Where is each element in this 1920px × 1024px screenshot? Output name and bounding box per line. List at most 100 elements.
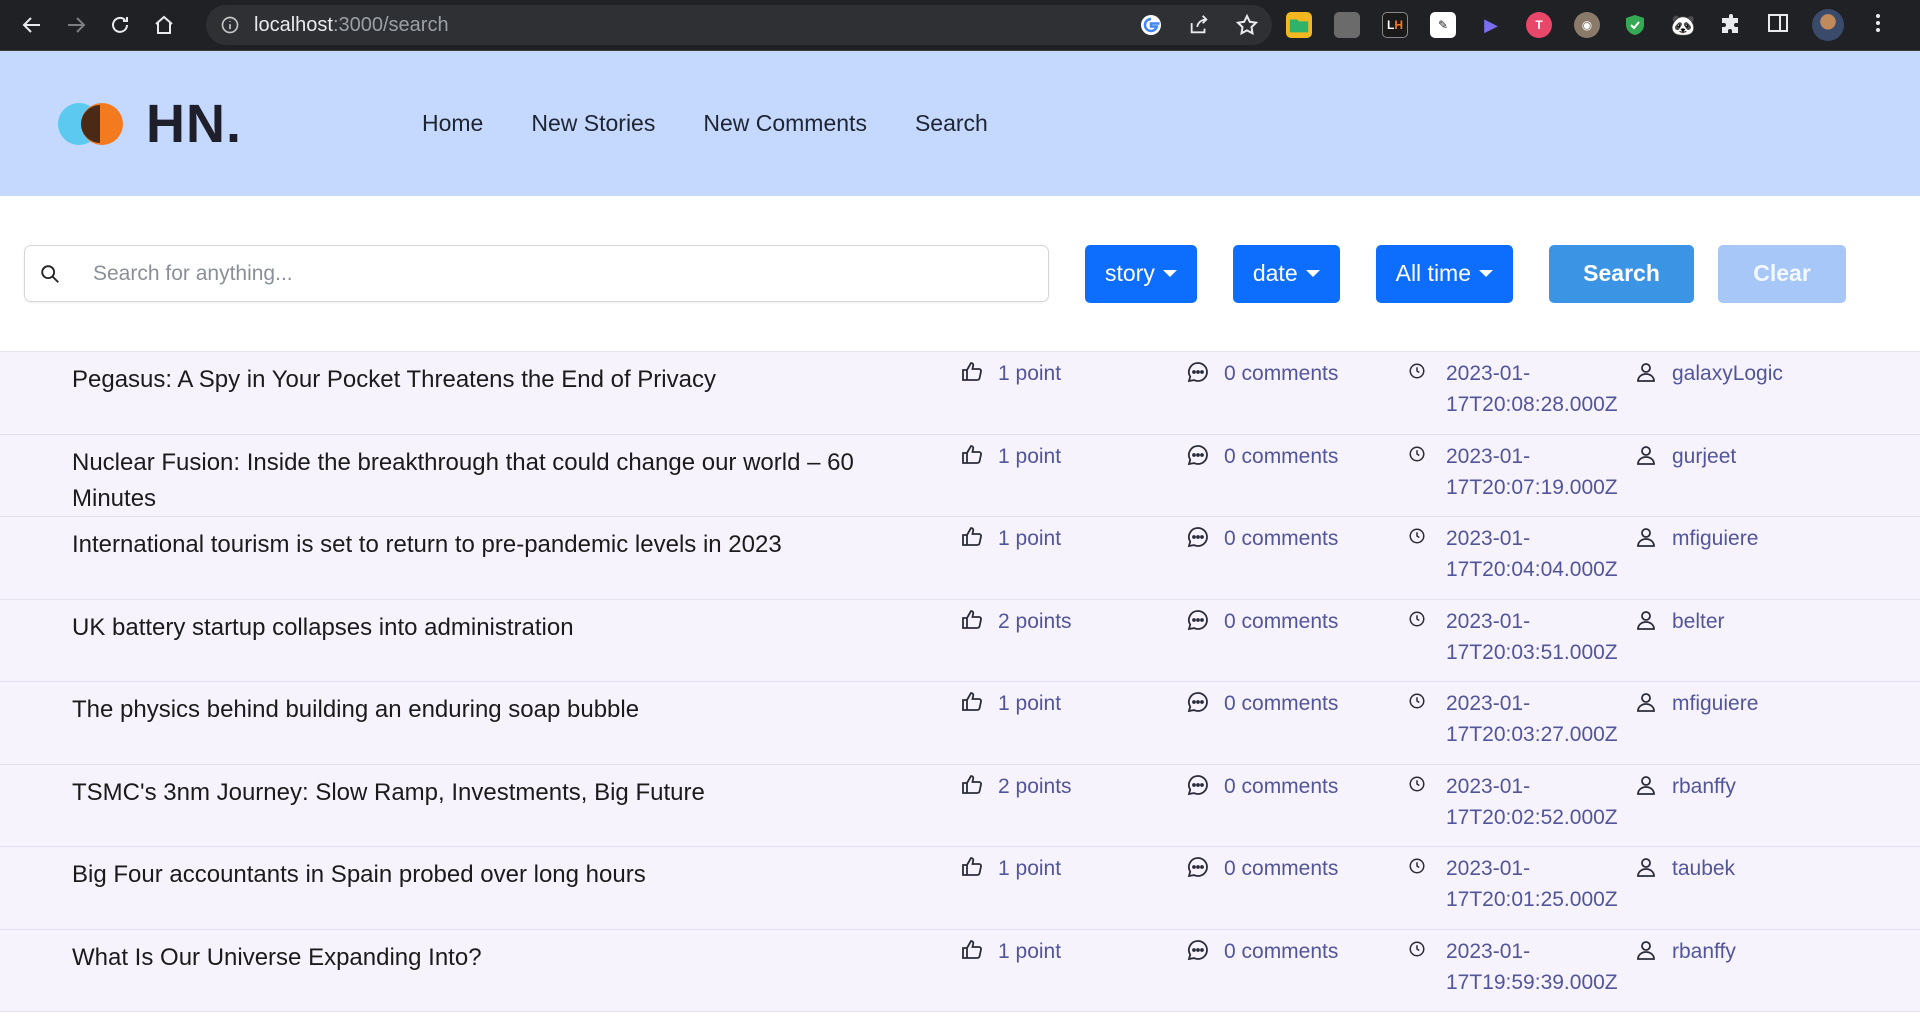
points-meta: 1 point bbox=[960, 936, 1061, 967]
lh-extension-icon[interactable]: LH bbox=[1382, 12, 1408, 38]
thumbs-up-icon[interactable] bbox=[960, 525, 984, 549]
image-extension-icon[interactable] bbox=[1334, 12, 1360, 38]
points-text: 2 points bbox=[998, 609, 1072, 633]
story-title[interactable]: International tourism is set to return t… bbox=[72, 527, 922, 563]
share-icon[interactable] bbox=[1186, 12, 1212, 38]
search-box[interactable] bbox=[24, 245, 1049, 302]
side-panel-icon[interactable] bbox=[1766, 11, 1790, 40]
comment-bubble-icon[interactable] bbox=[1186, 360, 1210, 384]
url-text[interactable]: localhost:3000/search bbox=[254, 14, 449, 37]
owl-extension-icon[interactable]: ◉ bbox=[1574, 12, 1600, 38]
search-input[interactable] bbox=[93, 261, 993, 286]
comments-text: 0 comments bbox=[1224, 857, 1339, 880]
author-link[interactable]: mfiguiere bbox=[1672, 688, 1758, 719]
comments-meta: 0 comments bbox=[1186, 606, 1338, 637]
extensions-puzzle-icon[interactable] bbox=[1718, 12, 1744, 38]
bookmark-star-icon[interactable] bbox=[1234, 12, 1260, 38]
comments-meta: 0 comments bbox=[1186, 936, 1338, 967]
author-meta: taubek bbox=[1634, 853, 1735, 884]
thumbs-up-icon[interactable] bbox=[960, 855, 984, 879]
nav-home[interactable]: Home bbox=[422, 110, 483, 137]
comment-bubble-icon[interactable] bbox=[1186, 938, 1210, 962]
url-host: localhost bbox=[254, 13, 333, 36]
author-link[interactable]: rbanffy bbox=[1672, 771, 1736, 802]
comments-meta: 0 comments bbox=[1186, 358, 1338, 389]
user-icon bbox=[1637, 610, 1655, 630]
sort-filter-label: date bbox=[1252, 260, 1298, 286]
points-text: 1 point bbox=[998, 527, 1062, 550]
type-filter-label: story bbox=[1105, 260, 1155, 286]
results-list: Pegasus: A Spy in Your Pocket Threatens … bbox=[0, 352, 1920, 1012]
time-meta: 2023-01-17T20:08:28.000Z bbox=[1408, 358, 1618, 420]
site-header: HN. Home New Stories New Comments Search bbox=[0, 51, 1920, 196]
type-filter-dropdown[interactable]: story bbox=[1085, 244, 1197, 303]
story-title[interactable]: TSMC's 3nm Journey: Slow Ramp, Investmen… bbox=[72, 775, 922, 811]
reload-icon[interactable] bbox=[98, 3, 142, 47]
thumbs-up-icon[interactable] bbox=[960, 360, 984, 384]
comment-bubble-icon[interactable] bbox=[1186, 608, 1210, 632]
clear-button[interactable]: Clear bbox=[1718, 244, 1847, 303]
panda-extension-icon[interactable]: 🐼 bbox=[1670, 12, 1696, 38]
comment-bubble-icon[interactable] bbox=[1186, 690, 1210, 714]
site-logo[interactable]: HN. bbox=[58, 93, 242, 155]
nav-new-stories[interactable]: New Stories bbox=[531, 110, 655, 137]
user-icon bbox=[1637, 775, 1655, 795]
comment-bubble-icon[interactable] bbox=[1186, 525, 1210, 549]
author-link[interactable]: belter bbox=[1672, 606, 1725, 637]
comments-text: 0 comments bbox=[1224, 939, 1339, 963]
result-row: UK battery startup collapses into admini… bbox=[0, 600, 1920, 682]
t-extension-icon[interactable]: T bbox=[1526, 12, 1552, 38]
thumbs-up-icon[interactable] bbox=[960, 938, 984, 962]
points-meta: 1 point bbox=[960, 441, 1061, 472]
points-meta: 1 point bbox=[960, 523, 1061, 554]
thumbs-up-icon[interactable] bbox=[960, 773, 984, 797]
address-bar[interactable]: localhost:3000/search bbox=[206, 5, 1272, 45]
author-link[interactable]: rbanffy bbox=[1672, 936, 1736, 967]
time-meta: 2023-01-17T20:07:19.000Z bbox=[1408, 441, 1618, 503]
points-meta: 1 point bbox=[960, 358, 1061, 389]
comment-bubble-icon[interactable] bbox=[1186, 443, 1210, 467]
forward-icon[interactable] bbox=[54, 3, 98, 47]
author-link[interactable]: taubek bbox=[1672, 853, 1735, 884]
folder-extension-icon[interactable] bbox=[1286, 12, 1312, 38]
thumbs-up-icon[interactable] bbox=[960, 443, 984, 467]
story-title[interactable]: UK battery startup collapses into admini… bbox=[72, 610, 922, 646]
home-icon[interactable] bbox=[142, 3, 186, 47]
time-range-dropdown[interactable]: All time bbox=[1375, 244, 1514, 303]
author-link[interactable]: gurjeet bbox=[1672, 441, 1736, 472]
author-link[interactable]: galaxyLogic bbox=[1672, 358, 1783, 389]
thumbs-up-icon[interactable] bbox=[960, 690, 984, 714]
story-title[interactable]: Pegasus: A Spy in Your Pocket Threatens … bbox=[72, 362, 922, 398]
story-title[interactable]: Big Four accountants in Spain probed ove… bbox=[72, 857, 922, 893]
profile-avatar[interactable] bbox=[1812, 9, 1844, 41]
pen-extension-icon[interactable]: ✎ bbox=[1430, 12, 1456, 38]
comment-bubble-icon[interactable] bbox=[1186, 855, 1210, 879]
points-meta: 1 point bbox=[960, 853, 1061, 884]
story-title[interactable]: What Is Our Universe Expanding Into? bbox=[72, 940, 922, 976]
google-lens-icon[interactable] bbox=[1138, 12, 1164, 38]
time-meta: 2023-01-17T20:01:25.000Z bbox=[1408, 853, 1618, 915]
comment-bubble-icon[interactable] bbox=[1186, 773, 1210, 797]
thumbs-up-icon[interactable] bbox=[960, 608, 984, 632]
sort-filter-dropdown[interactable]: date bbox=[1232, 244, 1340, 303]
author-link[interactable]: mfiguiere bbox=[1672, 523, 1758, 554]
menu-kebab-icon[interactable] bbox=[1866, 11, 1890, 40]
story-title[interactable]: The physics behind building an enduring … bbox=[72, 692, 922, 728]
caret-down-icon bbox=[1479, 270, 1494, 277]
user-icon bbox=[1637, 693, 1655, 712]
nav-new-comments[interactable]: New Comments bbox=[703, 110, 867, 137]
timestamp-text: 2023-01-17T20:08:28.000Z bbox=[1446, 362, 1618, 416]
search-bar: story date All time Search Clear bbox=[0, 196, 1920, 352]
story-title[interactable]: Nuclear Fusion: Inside the breakthrough … bbox=[72, 445, 922, 517]
nav-search[interactable]: Search bbox=[915, 110, 988, 137]
clock-icon bbox=[1409, 363, 1425, 379]
timestamp-text: 2023-01-17T19:59:39.000Z bbox=[1446, 939, 1618, 994]
comments-meta: 0 comments bbox=[1186, 441, 1338, 472]
search-button[interactable]: Search bbox=[1549, 244, 1695, 303]
site-info-icon[interactable] bbox=[220, 15, 240, 35]
back-icon[interactable] bbox=[10, 3, 54, 47]
browser-toolbar: localhost:3000/search LH ✎ ▶ T ◉ 🐼 bbox=[0, 0, 1920, 51]
play-extension-icon[interactable]: ▶ bbox=[1478, 12, 1504, 38]
clock-icon bbox=[1409, 858, 1425, 874]
shield-extension-icon[interactable] bbox=[1622, 12, 1648, 38]
